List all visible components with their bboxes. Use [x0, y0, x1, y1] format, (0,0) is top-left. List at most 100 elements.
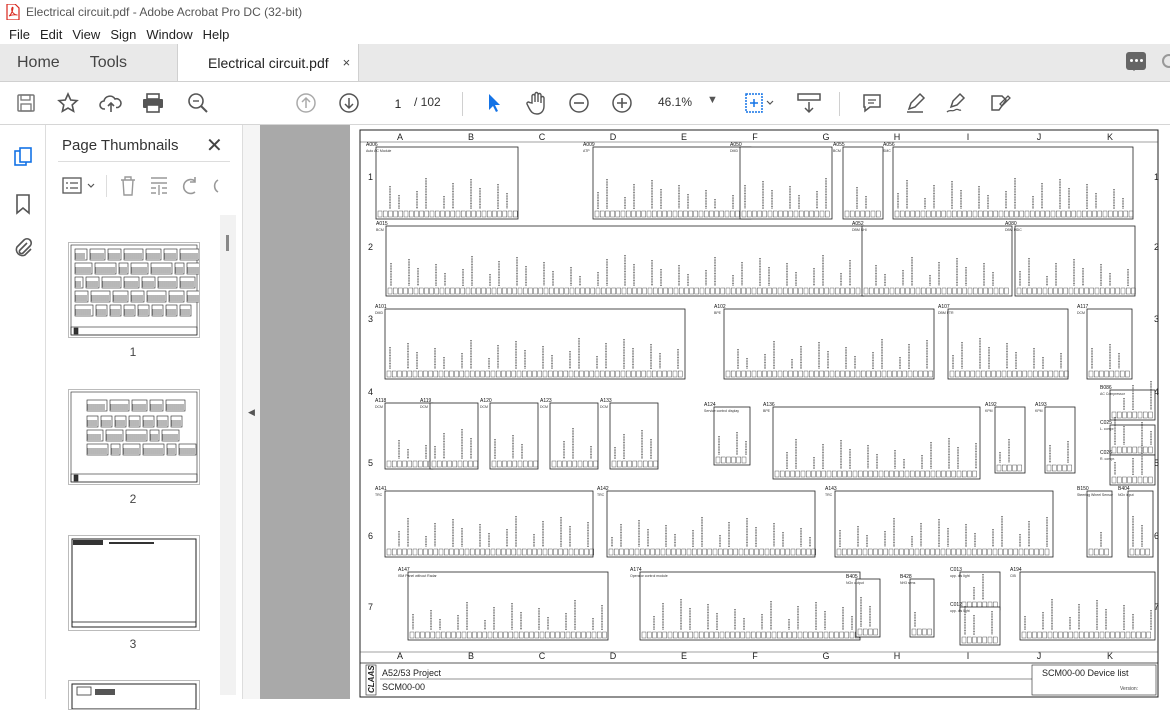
print-icon[interactable] [141, 91, 165, 115]
next-page-icon[interactable] [337, 91, 361, 115]
draw-pen-icon[interactable] [945, 91, 969, 115]
panel-close-icon[interactable]: ✕ [206, 133, 223, 158]
svg-text:A056: A056 [883, 142, 895, 148]
collapse-arrow-icon[interactable]: ◀ [248, 407, 255, 418]
page-thumbnail-label: 2 [129, 492, 137, 506]
column-label: I [967, 651, 970, 661]
column-label: D [610, 132, 617, 142]
zoom-in-icon[interactable] [610, 91, 634, 115]
svg-text:L. compr.: L. compr. [1100, 427, 1114, 431]
svg-text:BPE: BPE [714, 311, 722, 315]
svg-text:A192: A192 [985, 402, 997, 408]
column-label: K [1107, 132, 1113, 142]
menu-item-edit[interactable]: Edit [35, 27, 67, 42]
rotate-right-icon[interactable] [206, 175, 220, 197]
panel-collapse-handle[interactable]: ◀ [242, 125, 260, 699]
column-label: B [468, 651, 474, 661]
menu-item-file[interactable]: File [4, 27, 35, 42]
tab-close-icon[interactable]: × [343, 55, 351, 70]
menu-item-sign[interactable]: Sign [105, 27, 141, 42]
column-label: E [681, 651, 687, 661]
comment-note-icon[interactable] [860, 91, 884, 115]
page-thumbnail-4[interactable] [68, 680, 200, 710]
svg-text:DCM: DCM [480, 405, 488, 409]
column-label: A [397, 132, 403, 142]
zoom-level-value[interactable]: 46.1% [658, 95, 692, 109]
menu-item-window[interactable]: Window [141, 27, 197, 42]
delete-page-icon[interactable] [118, 175, 138, 197]
page-thumbnail-label: 1 [129, 345, 137, 359]
previous-page-icon[interactable] [294, 91, 318, 115]
column-label: K [1107, 651, 1113, 661]
menu-item-help[interactable]: Help [198, 27, 235, 42]
scroll-mode-icon[interactable] [796, 91, 822, 115]
extract-page-icon[interactable] [148, 175, 170, 197]
column-label: C [539, 651, 546, 661]
svg-text:TRC: TRC [825, 493, 833, 497]
tab-document[interactable]: Electrical circuit.pdf × [177, 44, 360, 81]
zoom-dropdown-chevron-icon[interactable]: ▼ [707, 94, 718, 106]
tab-tools[interactable]: Tools [74, 44, 141, 81]
module-a142: A142TRC [597, 486, 816, 558]
comment-icon[interactable] [1126, 52, 1146, 71]
bookmark-star-icon[interactable] [56, 91, 80, 115]
device-list-title: SCM00-00 Device list [1042, 668, 1129, 678]
module-a136: A136BPE [763, 402, 981, 480]
page-number-input[interactable]: 1 [383, 94, 413, 114]
toolbar: 1 / 102 46.1% ▼ [0, 82, 1170, 125]
fit-page-icon[interactable] [744, 91, 776, 115]
menu-item-view[interactable]: View [67, 27, 105, 42]
svg-text:AC Compressor: AC Compressor [1100, 392, 1126, 396]
row-label: 7 [368, 602, 373, 612]
svg-text:Operator control module: Operator control module [630, 574, 668, 578]
toolbar-divider [462, 92, 463, 116]
module-a107: A107DBM FTR [938, 304, 1069, 380]
account-icon[interactable] [1162, 54, 1170, 68]
zoom-out-icon[interactable] [567, 91, 591, 115]
svg-text:A055: A055 [833, 142, 845, 148]
hand-tool-icon[interactable] [525, 91, 549, 115]
svg-text:DMD: DMD [730, 149, 738, 153]
save-icon[interactable] [14, 91, 38, 115]
svg-text:C012: C012 [950, 602, 962, 608]
module-a147: A147ISM Panel without Radar [398, 567, 609, 641]
svg-text:A142: A142 [597, 486, 609, 492]
svg-text:R. compr.: R. compr. [1100, 457, 1115, 461]
svg-text:B404: B404 [1118, 486, 1130, 492]
upload-cloud-icon[interactable] [99, 91, 123, 115]
page-thumbnail-3[interactable] [68, 535, 200, 631]
page-thumbnail-1[interactable] [68, 242, 205, 338]
svg-text:A080: A080 [1005, 221, 1017, 227]
svg-text:A102: A102 [714, 304, 726, 310]
module-a174: A174Operator control module [630, 567, 861, 641]
bookmarks-icon[interactable] [12, 193, 34, 215]
project-code: SCM00-00 [382, 682, 425, 692]
column-label: I [967, 132, 970, 142]
svg-text:A193: A193 [1035, 402, 1047, 408]
document-viewport[interactable]: A A B B C C D D E E F F G G H H I I J J K K 1 1 2 2 3 3 4 4 5 5 6 6 7 7 A006… [260, 125, 1170, 699]
column-label: H [894, 132, 901, 142]
svg-text:BCM: BCM [376, 228, 384, 232]
svg-text:NH3 sens: NH3 sens [900, 581, 916, 585]
thumbnail-options-icon[interactable] [62, 177, 96, 195]
svg-text:A101: A101 [375, 304, 387, 310]
module-a009: A009ATP [583, 142, 752, 220]
svg-text:KPM: KPM [1035, 409, 1043, 413]
page-thumbnails-icon[interactable] [12, 147, 34, 169]
tab-home[interactable]: Home [0, 44, 74, 81]
panel-scrollbar[interactable] [220, 215, 236, 695]
attachments-icon[interactable] [12, 237, 34, 259]
row-label: 2 [368, 242, 373, 252]
fill-sign-icon[interactable] [988, 91, 1012, 115]
highlight-pen-icon[interactable] [903, 91, 927, 115]
svg-text:B086: B086 [1100, 385, 1112, 391]
search-zoom-icon[interactable] [186, 91, 210, 115]
tab-bar: Home Tools Electrical circuit.pdf × [0, 44, 1170, 82]
page-thumbnail-2[interactable] [68, 389, 200, 485]
row-label: 5 [368, 458, 373, 468]
svg-text:A006: A006 [366, 142, 378, 148]
svg-text:Service control display: Service control display [704, 409, 739, 413]
rotate-left-icon[interactable] [180, 175, 200, 197]
svg-text:DCM: DCM [600, 405, 608, 409]
select-cursor-icon[interactable] [482, 91, 506, 115]
